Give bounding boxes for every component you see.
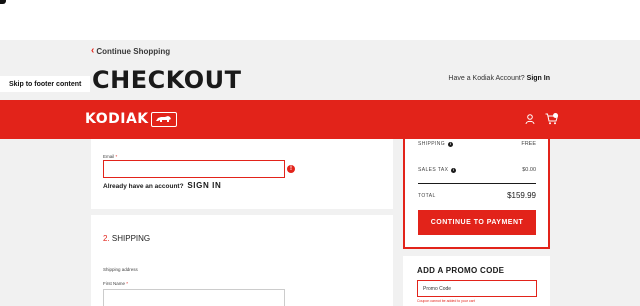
logo-text: KODIAK bbox=[85, 111, 149, 127]
info-icon[interactable]: i bbox=[451, 167, 457, 173]
shipping-address-label: Shipping address bbox=[103, 267, 138, 272]
kodiak-logo[interactable]: KODIAK bbox=[85, 110, 177, 128]
continue-shopping-label: Continue Shopping bbox=[96, 46, 171, 56]
promo-error-message: Coupon cannot be added to your cart bbox=[417, 299, 475, 303]
sign-in-link[interactable]: SIGN IN bbox=[187, 181, 221, 190]
step-number: 2. bbox=[103, 234, 110, 243]
continue-to-payment-button[interactable]: CONTINUE TO PAYMENT bbox=[418, 210, 536, 235]
cart-count-badge bbox=[553, 113, 558, 118]
account-question: Have a Kodiak Account? bbox=[448, 75, 525, 82]
shipping-row: SHIPPING i FREE bbox=[418, 141, 536, 147]
email-field[interactable] bbox=[103, 160, 285, 178]
promo-title: ADD A PROMO CODE bbox=[417, 266, 505, 275]
promo-code-input[interactable]: Promo Code bbox=[417, 280, 537, 297]
top-area bbox=[0, 0, 640, 40]
total-label: TOTAL bbox=[418, 192, 436, 199]
sales-tax-value: $0.00 bbox=[522, 167, 536, 173]
error-icon: ! bbox=[287, 165, 295, 173]
header-sign-in-link[interactable]: Sign In bbox=[527, 75, 550, 82]
shipping-title: SHIPPING bbox=[111, 234, 151, 243]
skip-to-footer-link[interactable]: Skip to footer content bbox=[0, 76, 90, 92]
account-prompt: Have a Kodiak Account? Sign In bbox=[448, 75, 550, 82]
bear-icon bbox=[150, 111, 177, 127]
total-value: $159.99 bbox=[507, 191, 536, 200]
existing-account-prompt: Already have an account? SIGN IN bbox=[103, 181, 222, 190]
summary-divider bbox=[418, 183, 536, 184]
chevron-left-icon: ‹ bbox=[91, 45, 95, 56]
page-title: CHECKOUT bbox=[92, 66, 242, 94]
sales-tax-row: SALES TAX i $0.00 bbox=[418, 167, 536, 173]
shipping-value: FREE bbox=[521, 141, 536, 147]
user-icon[interactable] bbox=[525, 114, 535, 125]
email-label: Email * bbox=[103, 154, 118, 159]
continue-shopping-link[interactable]: ‹ Continue Shopping bbox=[91, 46, 170, 56]
total-row: TOTAL $159.99 bbox=[418, 191, 536, 200]
shipping-heading: 2. SHIPPING bbox=[103, 234, 150, 243]
first-name-label: First Name * bbox=[103, 281, 129, 286]
info-icon[interactable]: i bbox=[448, 141, 454, 147]
first-name-field[interactable] bbox=[103, 289, 285, 306]
